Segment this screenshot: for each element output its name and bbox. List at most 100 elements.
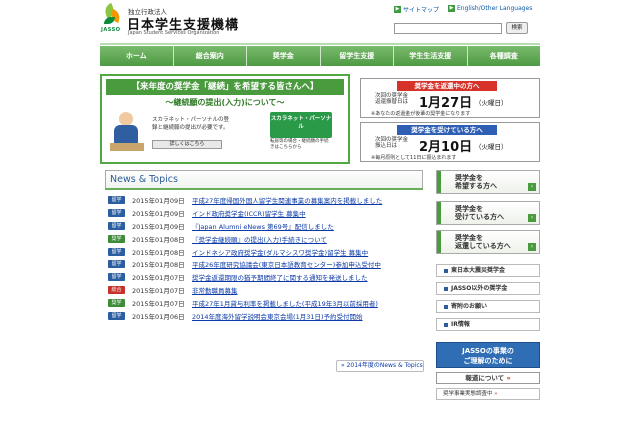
nav-scholarship[interactable]: 奨学金	[247, 46, 321, 66]
banner-subtitle: ～継続願の提出(入力)について～	[165, 98, 285, 107]
nav-surveys[interactable]: 各種調査	[467, 46, 540, 66]
category-badge: 総合	[108, 285, 125, 294]
notice-date: 2月10日	[419, 140, 473, 155]
side-label-line1: 奨学金を	[455, 205, 483, 213]
nav-home[interactable]: ホーム	[100, 46, 174, 66]
arrow-right-icon: ▶	[448, 5, 455, 12]
square-bullet-icon	[444, 268, 448, 273]
side-label-line2: 希望する方へ	[455, 182, 497, 190]
list-item: 留学 2015年01月07日 奨学金返還期限の猶予期間終了に関する通知を発送しま…	[108, 271, 428, 284]
search-button[interactable]: 検索	[506, 22, 528, 34]
nav-about[interactable]: 総合案内	[173, 46, 247, 66]
scholarnet-note: 転居等の場合・継続願の手続きはこちらから	[270, 139, 329, 150]
search-input[interactable]	[394, 23, 502, 34]
global-nav: ホーム 総合案内 奨学金 留学生支援 学生生活支援 各種調査	[100, 46, 540, 66]
category-badge: 留学	[108, 221, 125, 230]
list-item: 留学 2015年01月09日 インド政府奨学金(ICCR)留学生 募集中	[108, 207, 428, 220]
category-badge: 留学	[108, 273, 125, 282]
nav-student-life[interactable]: 学生生活支援	[394, 46, 468, 66]
payment-notice[interactable]: 奨学金を受けている方へ 次回の奨学金振込日は 2月10日 （火曜日） ※毎月原則…	[360, 122, 540, 162]
list-item: 奨学 2015年01月08日 『奨学金継続願』の提出(入力)手続きについて	[108, 232, 428, 245]
news-date: 2015年01月08日	[132, 261, 185, 270]
list-item: 留学 2015年01月09日 平成27年度帰国外国人留学生関連事業の募集案内を掲…	[108, 194, 428, 207]
chevron-right-icon: »	[506, 374, 511, 382]
banner-title: 【来年度の奨学金「継続」を希望する皆さんへ】	[106, 79, 344, 95]
news-date: 2015年01月07日	[132, 286, 185, 295]
news-date: 2015年01月08日	[132, 248, 185, 257]
news-link[interactable]: 平成26年度研究協議会(東京日本語教育センター)参加申込受付中	[192, 259, 381, 269]
box-line1: JASSOの事業の	[462, 347, 514, 355]
header-divider	[100, 43, 540, 45]
side-press-link[interactable]: 報道について »	[436, 372, 540, 384]
news-divider	[105, 188, 423, 190]
side-survey-link[interactable]: 奨学事業実態調査中 »	[436, 388, 540, 400]
notice-note: ※あなたの返還金が後輩の奨学金になります	[371, 111, 471, 117]
logo-text: JASSO	[101, 27, 121, 33]
news-date: 2015年01月08日	[132, 235, 185, 244]
english-link[interactable]: ▶ English/Other Languages	[448, 5, 532, 12]
news-archive-label: 2014年度のNews & Topics	[346, 362, 423, 369]
news-link[interactable]: 2014年度海外留学説明会東京会場(1月31日)予約受付開始	[192, 311, 363, 321]
arrow-right-icon: ▶	[394, 6, 401, 13]
notice-day: （火曜日）	[475, 143, 508, 151]
side-label-line2: 返還している方へ	[455, 242, 511, 250]
sitemap-link[interactable]: ▶ サイトマップ	[394, 5, 439, 14]
box-line2: ご理解のために	[463, 357, 513, 365]
news-link[interactable]: 奨学金返還期限の猶予期間終了に関する通知を発送しました	[192, 272, 368, 282]
news-link[interactable]: 平成27年度帰国外国人留学生関連事業の募集案内を掲載しました	[192, 195, 382, 205]
news-archive-link[interactable]: » 2014年度のNews & Topics	[336, 360, 424, 372]
news-date: 2015年01月07日	[132, 274, 185, 283]
english-link-label: English/Other Languages	[457, 5, 533, 12]
news-date: 2015年01月09日	[132, 197, 185, 206]
side-label-line2: 受けている方へ	[455, 213, 504, 221]
list-item: 総合 2015年01月07日 非常勤職員募集	[108, 284, 428, 297]
site-header: JASSO 独立行政法人 日本学生支援機構 Japan Student Serv…	[0, 0, 640, 40]
category-badge: 留学	[108, 311, 125, 320]
news-link[interactable]: 『奨学金継続願』の提出(入力)手続きについて	[192, 234, 327, 244]
category-badge: 留学	[108, 209, 125, 218]
scholarnet-badge[interactable]: スカラネット・パーソナル	[270, 112, 332, 138]
banner-detail-button[interactable]: 詳しくはこちら	[152, 140, 222, 149]
student-illustration-icon	[110, 112, 144, 152]
side-button-repayers[interactable]: 奨学金を 返還している方へ ›	[436, 230, 540, 254]
news-link[interactable]: 平成27年1月貸与利率を掲載しました(平成19年3月以前採用者)	[192, 298, 378, 308]
chevron-right-icon: »	[494, 391, 498, 397]
notice-label: 次回の奨学金振込日は	[375, 137, 409, 149]
side-button-recipients[interactable]: 奨学金を 受けている方へ ›	[436, 201, 540, 225]
news-date: 2015年01月06日	[132, 312, 185, 321]
side-link-ir[interactable]: IR情報	[436, 318, 540, 331]
news-date: 2015年01月09日	[132, 210, 185, 219]
chevron-right-icon: ›	[528, 183, 536, 191]
sitemap-link-label: サイトマップ	[403, 7, 440, 14]
survey-label: 奨学事業実態調査中	[443, 391, 493, 397]
repayment-notice[interactable]: 奨学金を返還中の方へ 次回の奨学金返還振替日は 1月27日 （火曜日） ※あなた…	[360, 78, 540, 118]
press-label: 報道について	[465, 374, 505, 382]
chevron-right-icon: »	[341, 362, 345, 369]
news-date: 2015年01月07日	[132, 299, 185, 308]
side-understanding-box[interactable]: JASSOの事業の ご理解のために	[436, 342, 540, 368]
list-item: 留学 2015年01月06日 2014年度海外留学説明会東京会場(1月31日)予…	[108, 309, 428, 322]
side-button-applicants[interactable]: 奨学金を 希望する方へ ›	[436, 170, 540, 194]
continuation-banner[interactable]: 【来年度の奨学金「継続」を希望する皆さんへ】 ～継続願の提出(入力)について～ …	[100, 74, 350, 164]
news-link[interactable]: 非常勤職員募集	[192, 285, 238, 295]
news-link[interactable]: インドネシア政府奨学金(ダルマシスワ奨学金)留学生 募集中	[192, 247, 368, 257]
news-link[interactable]: 『Japan Alumni eNews 第69号』配信しました	[192, 221, 334, 231]
nav-intl-students[interactable]: 留学生支援	[320, 46, 394, 66]
square-bullet-icon	[444, 286, 448, 291]
org-name-en: Japan Student Services Organization	[128, 30, 220, 36]
category-badge: 留学	[108, 196, 125, 205]
notice-note: ※毎月原則として11日に振込まれます	[371, 155, 457, 161]
side-label-line1: 奨学金を	[455, 174, 483, 182]
list-item: 留学 2015年01月08日 平成26年度研究協議会(東京日本語教育センター)参…	[108, 258, 428, 271]
side-link-disaster[interactable]: 東日本大震災奨学金	[436, 264, 540, 277]
news-list: 留学 2015年01月09日 平成27年度帰国外国人留学生関連事業の募集案内を掲…	[108, 194, 428, 322]
category-badge: 留学	[108, 247, 125, 256]
news-title: News & Topics	[110, 174, 178, 185]
list-item: 奨学 2015年01月07日 平成27年1月貸与利率を掲載しました(平成19年3…	[108, 296, 428, 309]
news-link[interactable]: インド政府奨学金(ICCR)留学生 募集中	[192, 208, 306, 218]
news-header: News & Topics	[105, 170, 423, 190]
category-badge: 奨学	[108, 298, 125, 307]
side-link-donation[interactable]: 寄附のお願い	[436, 300, 540, 313]
notice-date: 1月27日	[419, 96, 473, 111]
side-link-other-scholarships[interactable]: JASSO以外の奨学金	[436, 282, 540, 295]
